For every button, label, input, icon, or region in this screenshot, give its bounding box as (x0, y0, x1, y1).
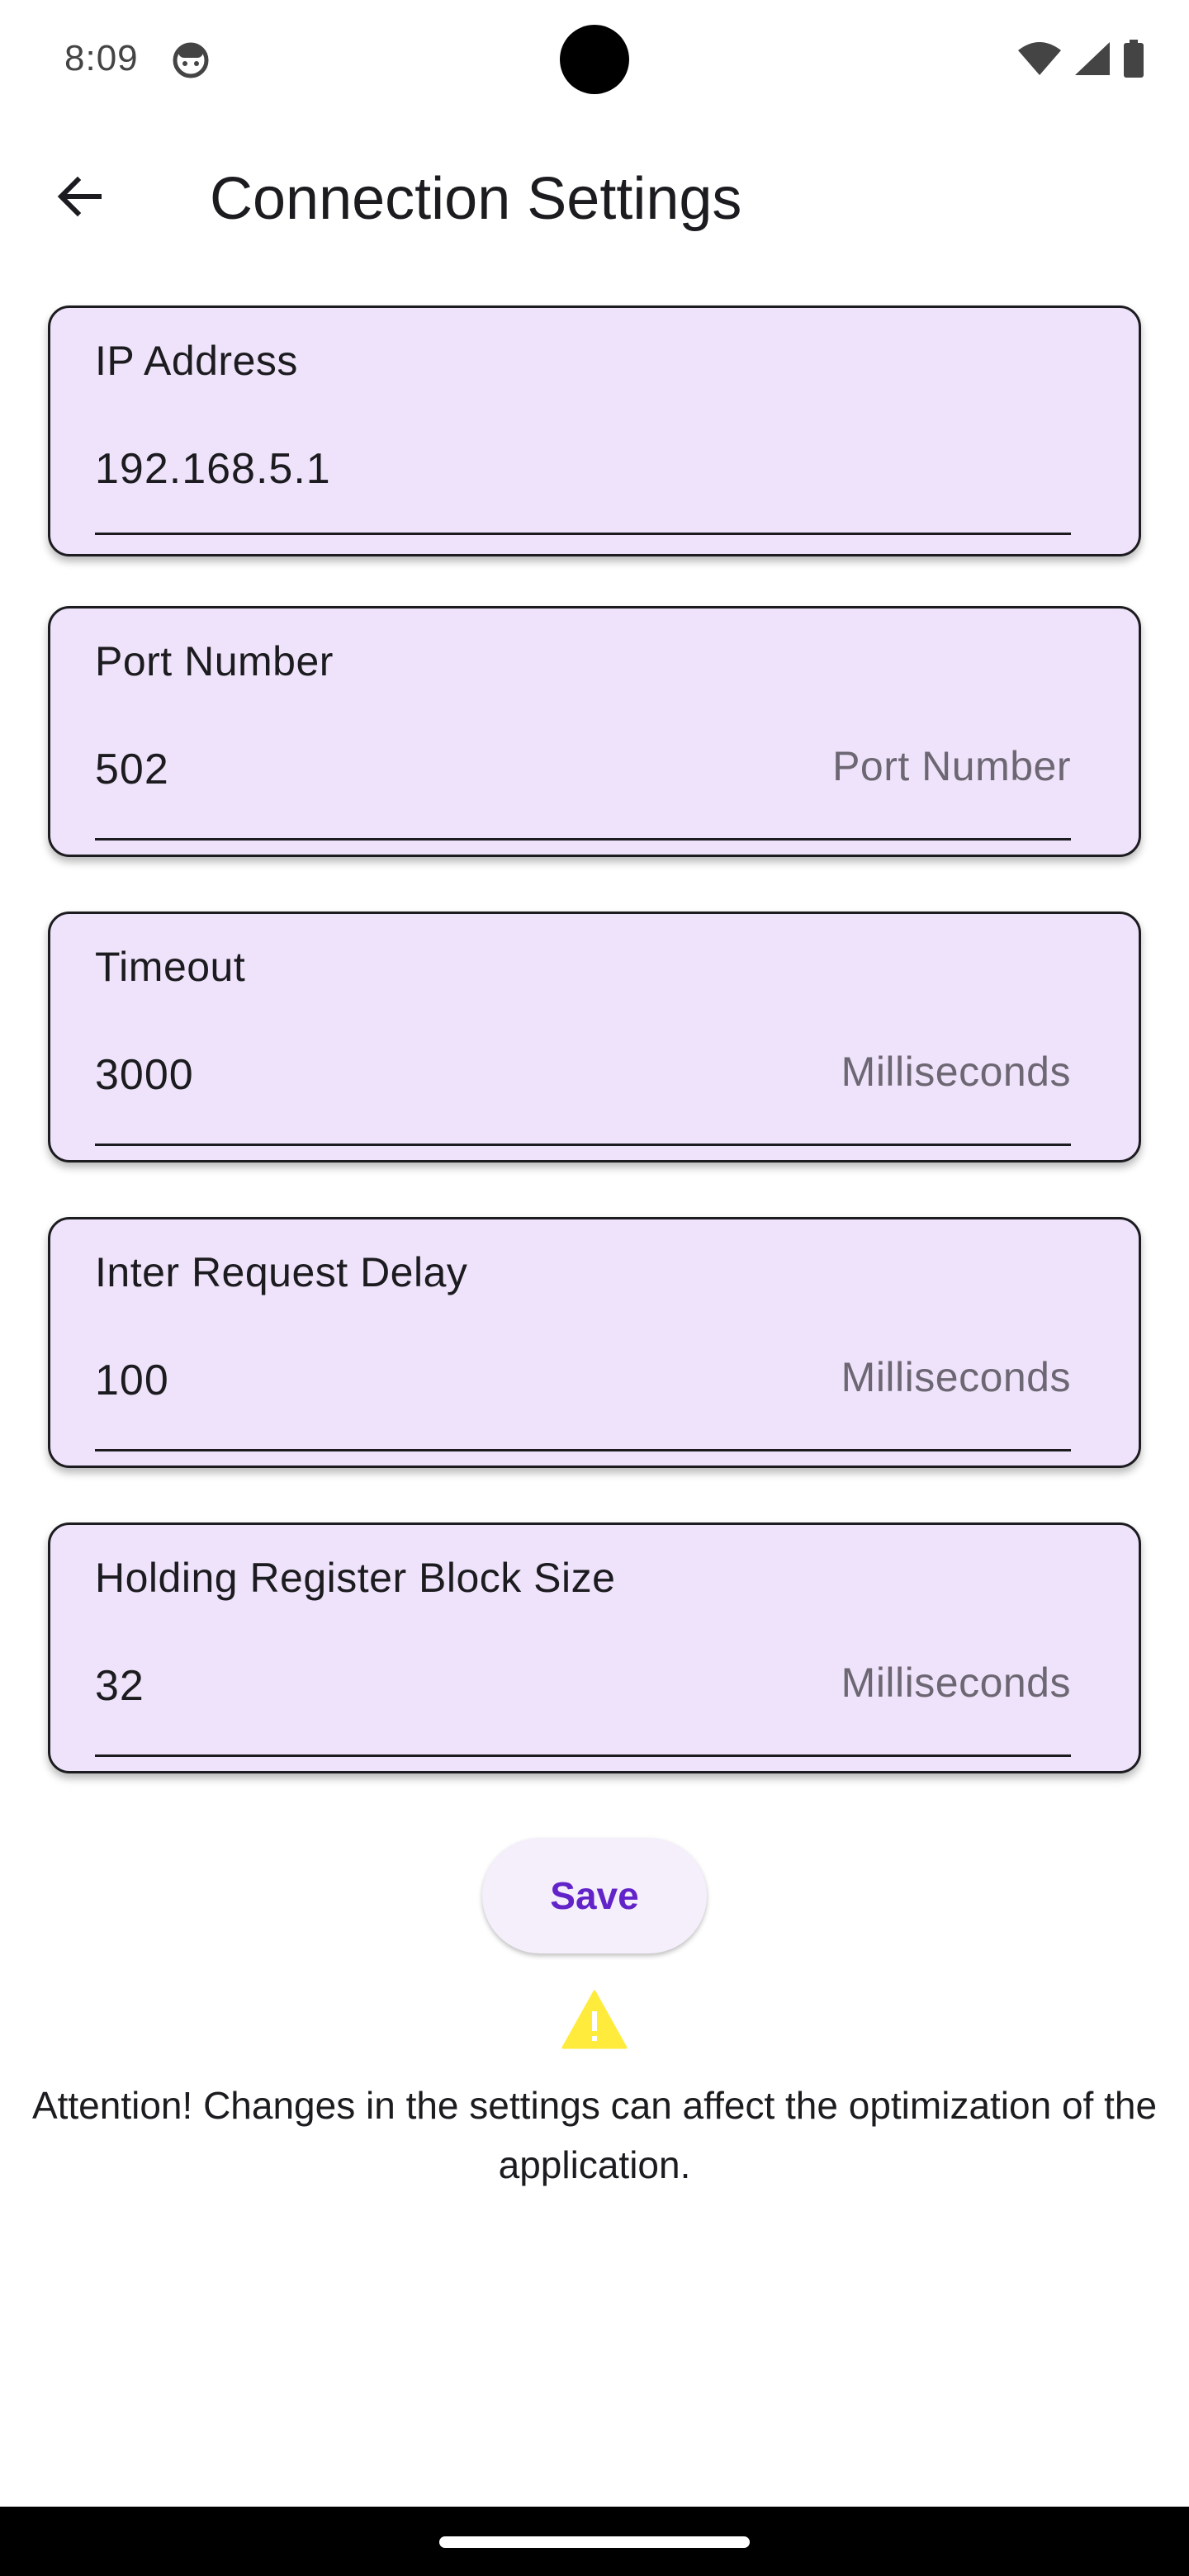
field-suffix: Milliseconds (841, 1354, 1071, 1400)
inter-request-delay-card[interactable]: Inter Request Delay 100 Milliseconds (48, 1217, 1141, 1468)
save-button[interactable]: Save (482, 1838, 707, 1953)
ip-address-card[interactable]: IP Address 192.168.5.1 (48, 305, 1141, 556)
timeout-input[interactable]: 3000 (95, 1049, 194, 1101)
field-label: Timeout (95, 944, 246, 990)
inter-request-delay-input[interactable]: 100 (95, 1355, 169, 1406)
warning-message: Attention! Changes in the settings can a… (31, 2084, 1158, 2186)
port-number-input[interactable]: 502 (95, 744, 169, 795)
field-suffix: Milliseconds (841, 1660, 1071, 1706)
field-underline (95, 1144, 1071, 1146)
holding-register-block-size-card[interactable]: Holding Register Block Size 32 Milliseco… (48, 1522, 1141, 1773)
page-title: Connection Settings (210, 166, 742, 232)
timeout-card[interactable]: Timeout 3000 Milliseconds (48, 912, 1141, 1163)
camera-cutout (560, 25, 629, 94)
arrow-back-icon (54, 172, 104, 225)
field-suffix: Milliseconds (841, 1049, 1071, 1095)
field-label: Holding Register Block Size (95, 1555, 616, 1601)
home-gesture-handle[interactable] (439, 2536, 750, 2548)
field-label: Port Number (95, 638, 334, 684)
ip-address-input[interactable]: 192.168.5.1 (95, 443, 331, 495)
field-underline (95, 838, 1071, 841)
top-app-bar: Connection Settings (0, 140, 1189, 256)
status-icons (1017, 39, 1144, 82)
screen: 8:09 Connection Settings IP Address 192.… (0, 0, 1189, 2576)
field-suffix: Port Number (832, 743, 1071, 789)
field-underline (95, 533, 1071, 535)
field-underline (95, 1754, 1071, 1757)
holding-register-block-size-input[interactable]: 32 (95, 1660, 144, 1712)
field-label: Inter Request Delay (95, 1249, 468, 1295)
system-nav-bar (0, 2507, 1189, 2576)
port-number-card[interactable]: Port Number 502 Port Number (48, 606, 1141, 857)
warning-icon (561, 1990, 628, 2049)
battery-icon (1123, 39, 1144, 82)
android-face-icon (172, 41, 210, 79)
wifi-icon (1017, 40, 1062, 81)
status-time: 8:09 (64, 38, 139, 78)
field-underline (95, 1449, 1071, 1451)
signal-icon (1073, 40, 1111, 81)
status-bar: 8:09 (0, 0, 1189, 121)
field-label: IP Address (95, 338, 298, 384)
back-button[interactable] (40, 159, 119, 238)
